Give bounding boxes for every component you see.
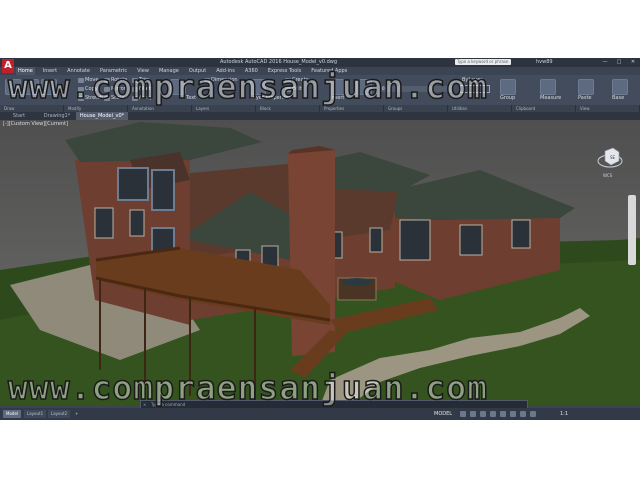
paste-button[interactable]: Paste	[578, 95, 592, 101]
house-3d-render	[0, 120, 640, 406]
viewcube-icon: SE	[597, 147, 623, 168]
watermark-bottom: www.compraensanjuan.com	[7, 367, 488, 408]
panel-block[interactable]: Block	[256, 105, 320, 112]
chimney	[288, 150, 335, 356]
annotation-scale-icon[interactable]	[530, 411, 536, 417]
watermark-top: www.compraensanjuan.com	[7, 66, 488, 107]
paste-icon[interactable]	[578, 79, 594, 95]
panel-layers[interactable]: Layers	[192, 105, 256, 112]
layout-tab-layout2[interactable]: Layout2	[48, 410, 71, 418]
close-icon[interactable]: ✕	[629, 58, 637, 67]
add-layout-button[interactable]: +	[72, 410, 81, 418]
panel-view[interactable]: View	[576, 105, 640, 112]
drawing-viewport[interactable]: [-][Custom View][Current] SE WCS	[0, 120, 640, 406]
group-icon[interactable]	[500, 79, 516, 95]
minimize-icon[interactable]: —	[601, 58, 609, 67]
measure-button[interactable]: Measure	[540, 95, 561, 101]
layout-tab-model[interactable]: Model	[3, 410, 22, 418]
wcs-menu[interactable]: WCS	[603, 173, 612, 178]
panel-groups[interactable]: Groups	[384, 105, 448, 112]
panel-properties[interactable]: Properties	[320, 105, 384, 112]
otrack-icon[interactable]	[510, 411, 516, 417]
file-tabs: Start Drawing1* House_Model_v0*	[0, 112, 640, 120]
title-bar: A Autodesk AutoCAD 2016 House_Model_v0.d…	[0, 58, 640, 73]
file-tab-drawing1[interactable]: Drawing1*	[38, 112, 76, 120]
navigation-bar[interactable]	[628, 195, 636, 265]
panel-annotation[interactable]: Annotation	[128, 105, 192, 112]
viewcube[interactable]: SE WCS	[597, 145, 623, 178]
customization-icon[interactable]	[600, 411, 606, 420]
panel-modify[interactable]: Modify	[64, 105, 128, 112]
annotation-scale[interactable]: 1:1	[560, 410, 568, 418]
osnap-icon[interactable]	[500, 411, 506, 417]
panel-draw[interactable]: Draw	[0, 105, 64, 112]
ortho-icon[interactable]	[480, 411, 486, 417]
group-button[interactable]: Group	[500, 95, 515, 101]
autocad-window: A Autodesk AutoCAD 2016 House_Model_v0.d…	[0, 58, 640, 420]
base-view-icon[interactable]	[612, 79, 628, 95]
measure-icon[interactable]	[540, 79, 556, 95]
status-toggles	[460, 411, 536, 417]
grid-icon[interactable]	[460, 411, 466, 417]
viewport-controls-label[interactable]: [-][Custom View][Current]	[3, 121, 68, 127]
snap-icon[interactable]	[470, 411, 476, 417]
status-bar: Model Layout1 Layout2 + MODEL 1:1	[0, 408, 640, 420]
base-button[interactable]: Base	[612, 95, 624, 101]
lineweight-icon[interactable]	[520, 411, 526, 417]
window-title: Autodesk AutoCAD 2016 House_Model_v0.dwg	[220, 59, 338, 65]
file-tab-house-model[interactable]: House_Model_v0*	[76, 112, 128, 120]
panel-utilities[interactable]: Utilities	[448, 105, 512, 112]
ribbon-panel-titles: Draw Modify Annotation Layers Block Prop…	[0, 105, 640, 112]
search-input[interactable]: Type a keyword or phrase	[455, 59, 511, 65]
viewcube-face-label: SE	[610, 155, 616, 160]
user-name[interactable]: hvw89	[536, 58, 553, 67]
maximize-icon[interactable]: □	[615, 58, 623, 67]
file-tab-start[interactable]: Start	[0, 112, 38, 120]
panel-clipboard[interactable]: Clipboard	[512, 105, 576, 112]
layout-tab-layout1[interactable]: Layout1	[24, 410, 47, 418]
polar-icon[interactable]	[490, 411, 496, 417]
model-space-toggle[interactable]: MODEL	[434, 410, 452, 418]
